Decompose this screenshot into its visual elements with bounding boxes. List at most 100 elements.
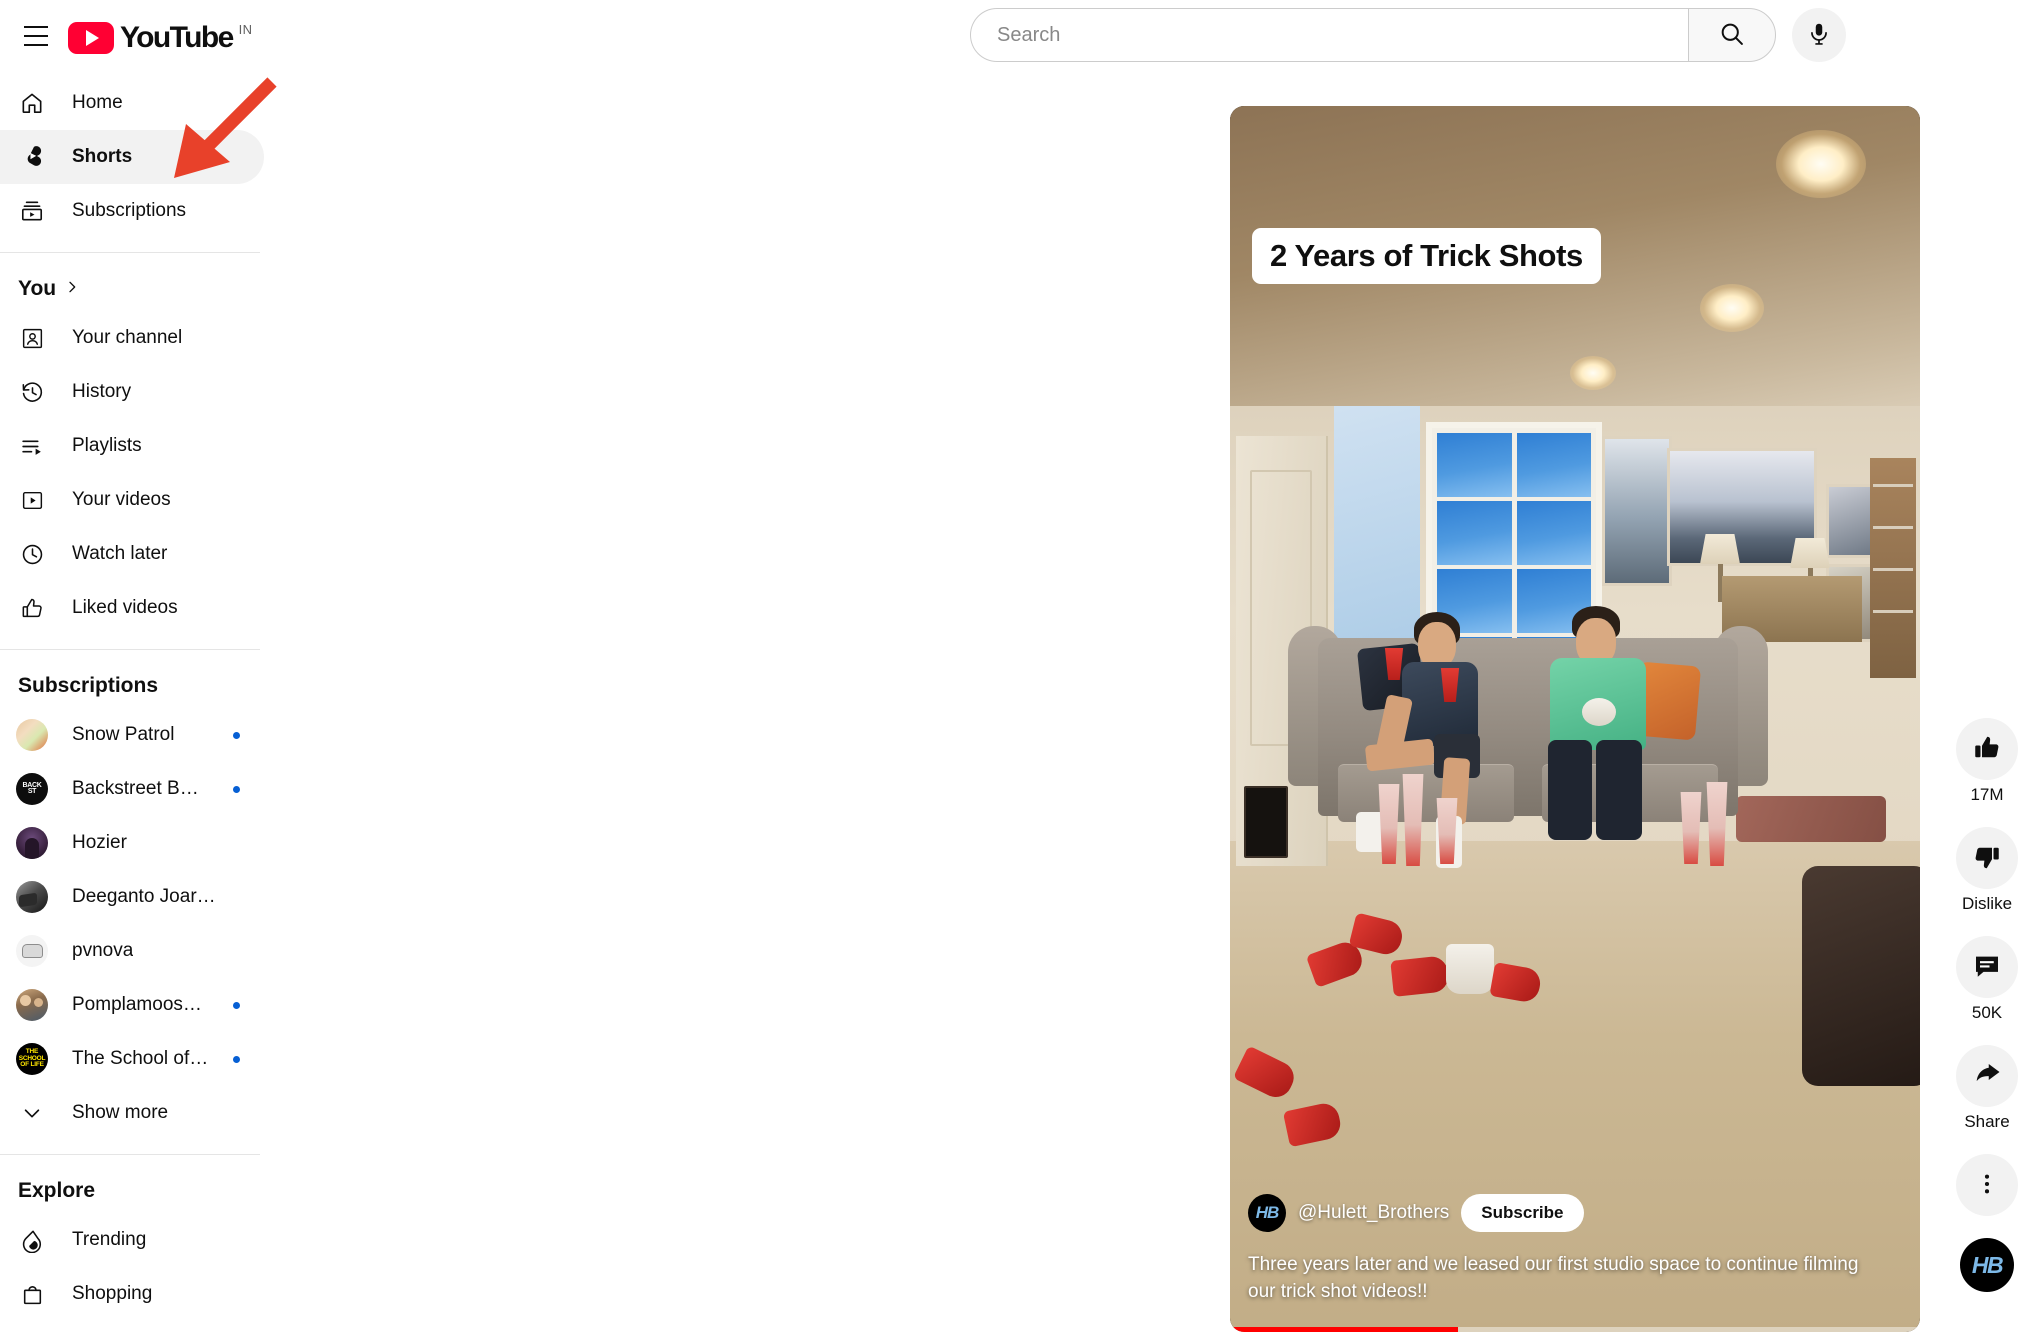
sidebar-item-label: Playlists [72,435,142,456]
subscription-channel-backstreet-boys[interactable]: BACK ST Backstreet Boys [0,762,264,816]
dislike-label: Dislike [1961,894,2013,913]
avatar [16,719,48,751]
youtube-country-code: IN [238,22,253,37]
sidebar-section-subscriptions: Subscriptions [0,664,276,708]
subscription-channel-snow-patrol[interactable]: Snow Patrol [0,708,264,762]
sidebar-item-label: Home [72,92,123,113]
sidebar-item-liked-videos[interactable]: Liked videos [0,581,264,635]
share-action[interactable]: Share [1956,1045,2018,1132]
sidebar-item-label: Shorts [72,146,133,167]
channel-handle[interactable]: @Hulett_Brothers [1298,1202,1449,1224]
thumbs-down-icon [1972,842,2002,875]
sidebar-item-label: Watch later [72,543,168,564]
more-action[interactable] [1956,1154,2018,1216]
your-channel-icon [16,322,48,354]
channel-info-row: HB @Hulett_Brothers Subscribe [1248,1194,1584,1232]
voice-search-button[interactable] [1792,8,1846,62]
channel-avatar-text: HB [1255,1203,1280,1222]
playlists-icon [16,430,48,462]
top-bar: YouTube IN [0,0,2034,72]
new-content-dot [233,731,240,739]
shopping-bag-icon [16,1278,48,1310]
share-button[interactable] [1956,1045,2018,1107]
hamburger-menu-icon[interactable] [12,12,60,60]
dislike-action[interactable]: Dislike [1956,827,2018,914]
chevron-down-icon [16,1097,48,1129]
avatar: BACK ST [16,773,48,805]
video-scene [1230,106,1920,1332]
rail-channel-avatar[interactable]: HB [1960,1238,2014,1292]
sidebar-item-history[interactable]: History [0,365,264,419]
sidebar-item-watch-later[interactable]: Watch later [0,527,264,581]
sidebar-item-label: Your videos [72,489,171,510]
show-more-label: Show more [72,1102,169,1123]
subscription-channel-hozier[interactable]: Hozier [0,816,264,870]
youtube-logo[interactable]: YouTube IN [68,17,252,55]
sidebar-item-your-videos[interactable]: Your videos [0,473,264,527]
like-action[interactable]: 17M [1956,718,2018,805]
shorts-action-rail: 17M Dislike 50K Share HB [1940,718,2034,1292]
scene-chalkboard-sign [1244,786,1288,858]
more-options-button[interactable] [1956,1154,2018,1216]
subscription-channel-the-school-of-life[interactable]: THESCHOOLOF LIFE The School of Life [0,1032,264,1086]
sidebar: Home Shorts Subscriptions You Your chann… [0,72,276,1332]
youtube-play-icon [68,22,114,54]
sidebar-item-shorts[interactable]: Shorts [0,130,264,184]
video-progress-bar[interactable] [1230,1327,1920,1332]
sidebar-item-home[interactable]: Home [0,76,264,130]
comment-count: 50K [1971,1003,2003,1022]
sidebar-item-trending[interactable]: Trending [0,1213,264,1267]
sidebar-item-label: History [72,381,132,402]
youtube-logo-text: YouTube [120,21,234,54]
search-input[interactable] [970,8,1688,62]
avatar: THE SCHOOL OF LIFE [16,1043,48,1075]
youtube-shorts-page: YouTube IN Search Home Shorts Subscripti… [0,0,2034,1332]
channel-name: The School of Life [72,1048,209,1069]
microphone-icon [1806,21,1832,50]
sidebar-item-shopping[interactable]: Shopping [0,1267,264,1321]
share-arrow-icon [1972,1060,2002,1093]
new-content-dot [233,1001,240,1009]
subscription-channel-pvnova[interactable]: pvnova [0,924,264,978]
sidebar-show-more-button[interactable]: Show more [0,1086,264,1140]
sidebar-divider-2 [0,649,260,650]
watch-later-icon [16,538,48,570]
new-content-dot [233,1055,240,1063]
avatar [16,935,48,967]
search-box [970,8,1776,62]
avatar [16,827,48,859]
sidebar-item-playlists[interactable]: Playlists [0,419,264,473]
sidebar-item-subscriptions[interactable]: Subscriptions [0,184,264,238]
scene-wall-art [1602,436,1672,586]
search-area [970,8,1846,62]
subscription-channel-deeganto-joardar[interactable]: Deeganto Joardar [0,870,264,924]
shorts-video-player[interactable]: 2 Years of Trick Shots HB @Hulett_Brothe… [1230,106,1920,1332]
sidebar-item-label: Trending [72,1229,147,1250]
sidebar-item-your-channel[interactable]: Your channel [0,311,264,365]
like-button[interactable] [1956,718,2018,780]
thumbs-up-icon [1972,733,2002,766]
channel-name: Backstreet Boys [72,778,209,799]
scene-shelf [1870,458,1916,678]
football-prop [1582,698,1616,726]
channel-avatar[interactable]: HB [1248,1194,1286,1232]
dislike-button[interactable] [1956,827,2018,889]
subscribe-button[interactable]: Subscribe [1461,1194,1584,1232]
sidebar-item-label: Liked videos [72,597,178,618]
sidebar-section-you[interactable]: You [0,267,276,311]
channel-name: Deeganto Joardar [72,886,224,907]
avatar [16,881,48,913]
ceiling-light [1570,356,1616,390]
shorts-player-container: 2 Years of Trick Shots HB @Hulett_Brothe… [1230,106,1920,1332]
like-count: 17M [1970,785,2004,804]
section-title-you: You [18,277,57,300]
video-progress-fill [1230,1327,1458,1332]
search-button[interactable] [1688,8,1776,62]
video-caption: Three years later and we leased our firs… [1248,1253,1859,1303]
comments-button[interactable] [1956,936,2018,998]
sidebar-section-explore: Explore [0,1169,276,1213]
comments-action[interactable]: 50K [1956,936,2018,1023]
chevron-right-icon [64,277,80,301]
sidebar-divider-3 [0,1154,260,1155]
subscription-channel-pomplamoose[interactable]: PomplamooseM... [0,978,264,1032]
